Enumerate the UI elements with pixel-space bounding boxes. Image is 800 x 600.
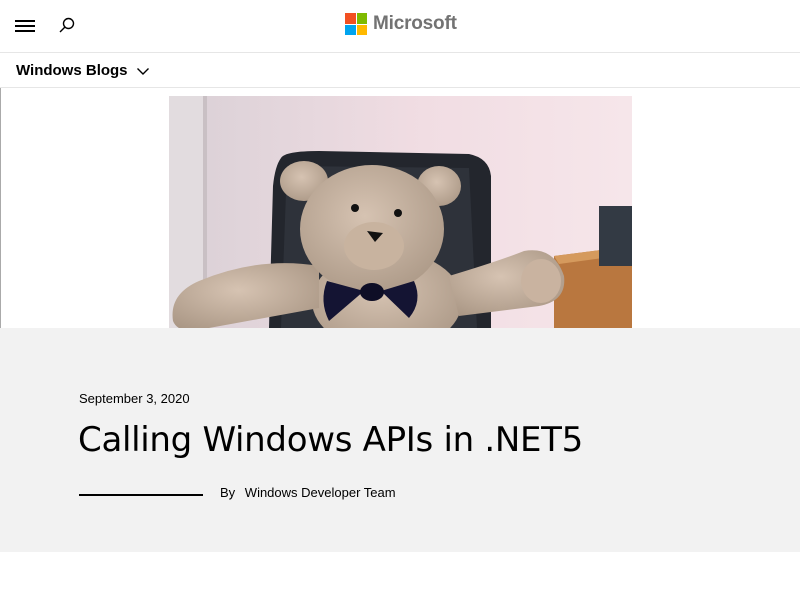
- hero-section: [0, 88, 800, 328]
- post-title: Calling Windows APIs in .NET5: [78, 420, 583, 460]
- byline-prefix: By: [220, 485, 236, 500]
- windows-blogs-label: Windows Blogs: [16, 62, 128, 79]
- post-date: September 3, 2020: [79, 391, 190, 406]
- search-icon[interactable]: [55, 14, 79, 38]
- hamburger-menu-icon[interactable]: [12, 14, 38, 38]
- chevron-down-icon: [136, 67, 149, 75]
- author-link[interactable]: Windows Developer Team: [245, 485, 396, 500]
- brand-name: Microsoft: [373, 13, 457, 34]
- byline: By Windows Developer Team: [220, 485, 396, 500]
- teddy-bear-photo: [169, 96, 632, 328]
- blog-nav: Windows Blogs: [0, 54, 800, 88]
- microsoft-logo[interactable]: Microsoft: [345, 12, 457, 36]
- title-divider: [79, 494, 203, 496]
- windows-blogs-dropdown[interactable]: Windows Blogs: [16, 62, 150, 79]
- site-header: Microsoft: [0, 0, 800, 53]
- article-header: September 3, 2020 Calling Windows APIs i…: [0, 328, 800, 552]
- microsoft-logo-icon: [345, 13, 367, 35]
